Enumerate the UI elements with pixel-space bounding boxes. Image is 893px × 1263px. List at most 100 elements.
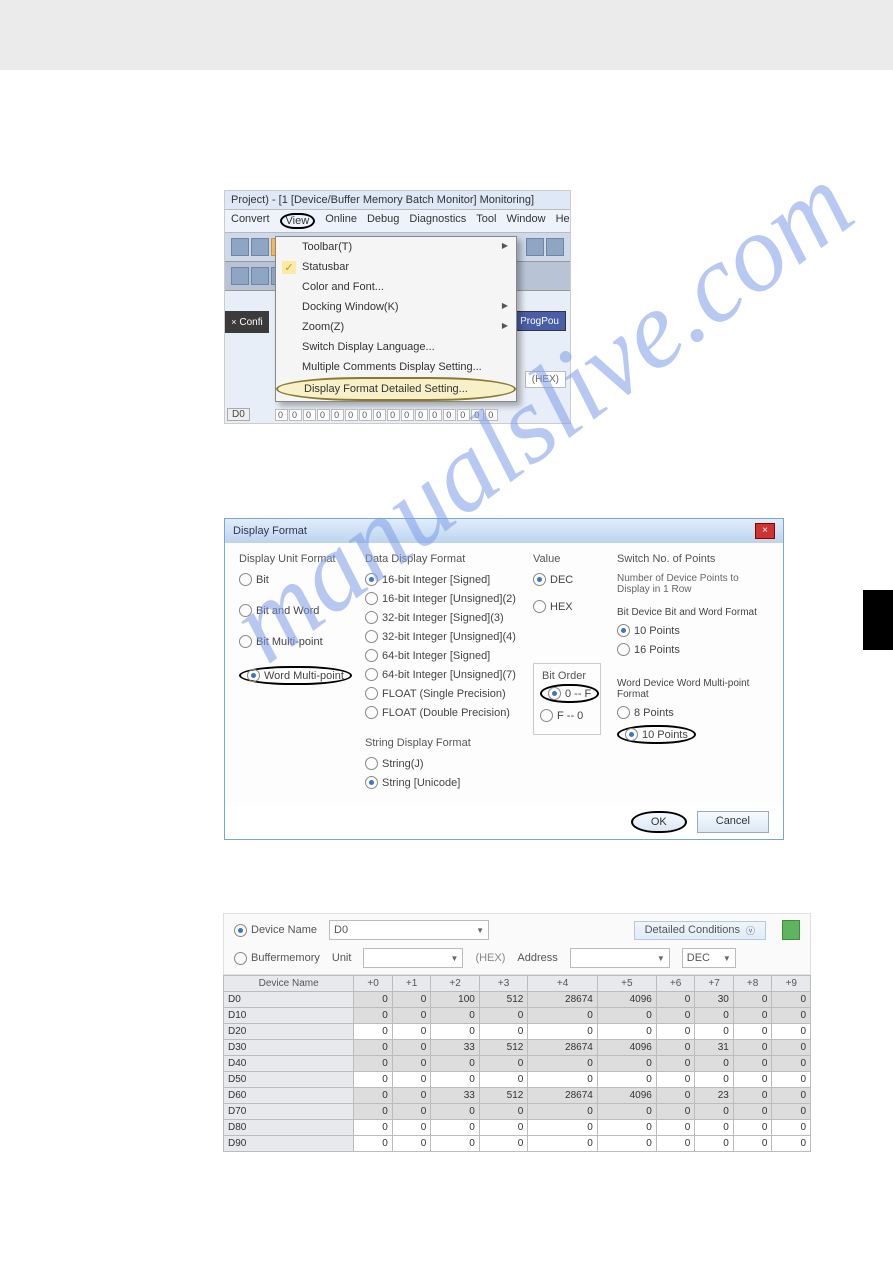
radio-option[interactable]: 64-bit Integer [Unsigned](7) <box>365 668 517 681</box>
menu-convert[interactable]: Convert <box>231 213 270 229</box>
cell: 0 <box>392 1024 431 1040</box>
sidebar-config-tab[interactable]: × Confi <box>225 311 269 333</box>
radio-device-name[interactable]: Device Name <box>234 924 317 937</box>
toolbar-icon[interactable] <box>526 238 544 256</box>
close-button[interactable]: × <box>755 523 775 539</box>
radio-option[interactable]: FLOAT (Double Precision) <box>365 706 517 719</box>
cell: 0 <box>392 1040 431 1056</box>
radio-option[interactable]: 16 Points <box>617 643 769 656</box>
radio-option[interactable]: 16-bit Integer [Unsigned](2) <box>365 592 517 605</box>
cell: 33 <box>431 1040 479 1056</box>
menu-item-multcom[interactable]: Multiple Comments Display Setting... <box>276 357 516 377</box>
radio-option[interactable]: 0 -- F <box>548 687 591 700</box>
cancel-button[interactable]: Cancel <box>697 811 769 833</box>
row-name: D10 <box>224 1008 354 1024</box>
table-header: +3 <box>479 976 527 992</box>
address-dropdown[interactable]: ▼ <box>570 948 670 968</box>
toolbar-icon[interactable] <box>251 238 269 256</box>
radio-option[interactable]: Bit Multi-point <box>239 635 349 648</box>
cell: 0 <box>656 992 695 1008</box>
menu-item-colorfont[interactable]: Color and Font... <box>276 277 516 297</box>
cell: 0 <box>597 1136 656 1152</box>
device-monitor-table-panel: Device Name D0▼ Detailed Conditionsⓥ Buf… <box>223 913 811 1152</box>
display-format-dialog: Display Format × Display Unit Format Bit… <box>224 518 784 840</box>
cell: 0 <box>392 1104 431 1120</box>
ok-button[interactable]: OK <box>631 811 687 833</box>
menu-tool[interactable]: Tool <box>476 213 496 229</box>
fieldset-bit-order: Bit Order 0 -- FF -- 0 <box>533 663 601 735</box>
table-header: Device Name <box>224 976 354 992</box>
radio-option[interactable]: Word Multi-point <box>247 669 344 682</box>
cell: 4096 <box>597 992 656 1008</box>
table-header: +6 <box>656 976 695 992</box>
menu-item-toolbar[interactable]: Toolbar(T) <box>276 237 516 257</box>
cell: 0 <box>392 1088 431 1104</box>
bit-cell: 0 <box>275 409 288 421</box>
unit-dropdown[interactable]: ▼ <box>363 948 463 968</box>
menu-item-lang[interactable]: Switch Display Language... <box>276 337 516 357</box>
toolbar-icon[interactable] <box>231 267 249 285</box>
address-label: Address <box>517 952 557 964</box>
table-row: D60003351228674409602300 <box>224 1088 811 1104</box>
device-name-dropdown[interactable]: D0▼ <box>329 920 489 940</box>
group-title: Data Display Format <box>365 553 517 565</box>
cell: 0 <box>656 1040 695 1056</box>
cell: 0 <box>479 1104 527 1120</box>
radio-option[interactable]: 10 Points <box>617 624 769 637</box>
radio-option[interactable]: 8 Points <box>617 706 769 719</box>
word-device-format-subtitle: Word Device Word Multi-point Format <box>617 678 769 700</box>
cell: 0 <box>656 1008 695 1024</box>
cell: 0 <box>656 1120 695 1136</box>
cell: 0 <box>597 1104 656 1120</box>
radio-option[interactable]: Bit and Word <box>239 604 349 617</box>
menu-item-statusbar[interactable]: Statusbar <box>276 257 516 277</box>
cell: 0 <box>772 1120 811 1136</box>
bit-cell: 0 <box>471 409 484 421</box>
menu-item-docking[interactable]: Docking Window(K) <box>276 297 516 317</box>
radio-buffer-memory[interactable]: Buffermemory <box>234 952 320 965</box>
cell: 0 <box>354 1008 393 1024</box>
radio-option[interactable]: String(J) <box>365 757 517 770</box>
radio-option[interactable]: FLOAT (Single Precision) <box>365 687 517 700</box>
group-title: Value <box>533 553 601 565</box>
radio-option[interactable]: Bit <box>239 573 349 586</box>
cell: 0 <box>772 1040 811 1056</box>
radio-option[interactable]: 16-bit Integer [Signed] <box>365 573 517 586</box>
toolbar-icon[interactable] <box>251 267 269 285</box>
toolbar-icon[interactable] <box>546 238 564 256</box>
bit-cell: 0 <box>303 409 316 421</box>
screenshot-view-menu: Project) - [1 [Device/Buffer Memory Batc… <box>224 190 571 424</box>
group-title: Display Unit Format <box>239 553 349 565</box>
dialog-button-row: OK Cancel <box>225 805 783 839</box>
cell: 0 <box>354 1088 393 1104</box>
toolbar-icon[interactable] <box>231 238 249 256</box>
radio-option[interactable]: HEX <box>533 600 601 613</box>
radio-option[interactable]: 32-bit Integer [Signed](3) <box>365 611 517 624</box>
menu-debug[interactable]: Debug <box>367 213 399 229</box>
bit-row: 0000000000000000 <box>275 409 498 421</box>
cell: 0 <box>597 1024 656 1040</box>
radio-option[interactable]: String [Unicode] <box>365 776 517 789</box>
cell: 0 <box>431 1024 479 1040</box>
cell: 0 <box>431 1008 479 1024</box>
cell: 512 <box>479 992 527 1008</box>
menu-window[interactable]: Window <box>506 213 545 229</box>
menu-diagnostics[interactable]: Diagnostics <box>409 213 466 229</box>
cell: 0 <box>528 1024 598 1040</box>
radio-option[interactable]: DEC <box>533 573 601 586</box>
menu-view[interactable]: View <box>280 213 316 229</box>
row-name: D20 <box>224 1024 354 1040</box>
detailed-conditions-button[interactable]: Detailed Conditionsⓥ <box>634 921 766 940</box>
cell: 4096 <box>597 1040 656 1056</box>
radio-option[interactable]: 32-bit Integer [Unsigned](4) <box>365 630 517 643</box>
dec-dropdown[interactable]: DEC▼ <box>682 948 736 968</box>
menu-item-zoom[interactable]: Zoom(Z) <box>276 317 516 337</box>
row-name: D30 <box>224 1040 354 1056</box>
cell: 0 <box>354 1136 393 1152</box>
menu-online[interactable]: Online <box>325 213 357 229</box>
menu-item-dfds[interactable]: Display Format Detailed Setting... <box>276 377 516 401</box>
radio-option[interactable]: F -- 0 <box>540 709 594 722</box>
menu-help[interactable]: Hel <box>556 213 571 229</box>
radio-option[interactable]: 64-bit Integer [Signed] <box>365 649 517 662</box>
radio-option[interactable]: 10 Points <box>625 728 688 741</box>
